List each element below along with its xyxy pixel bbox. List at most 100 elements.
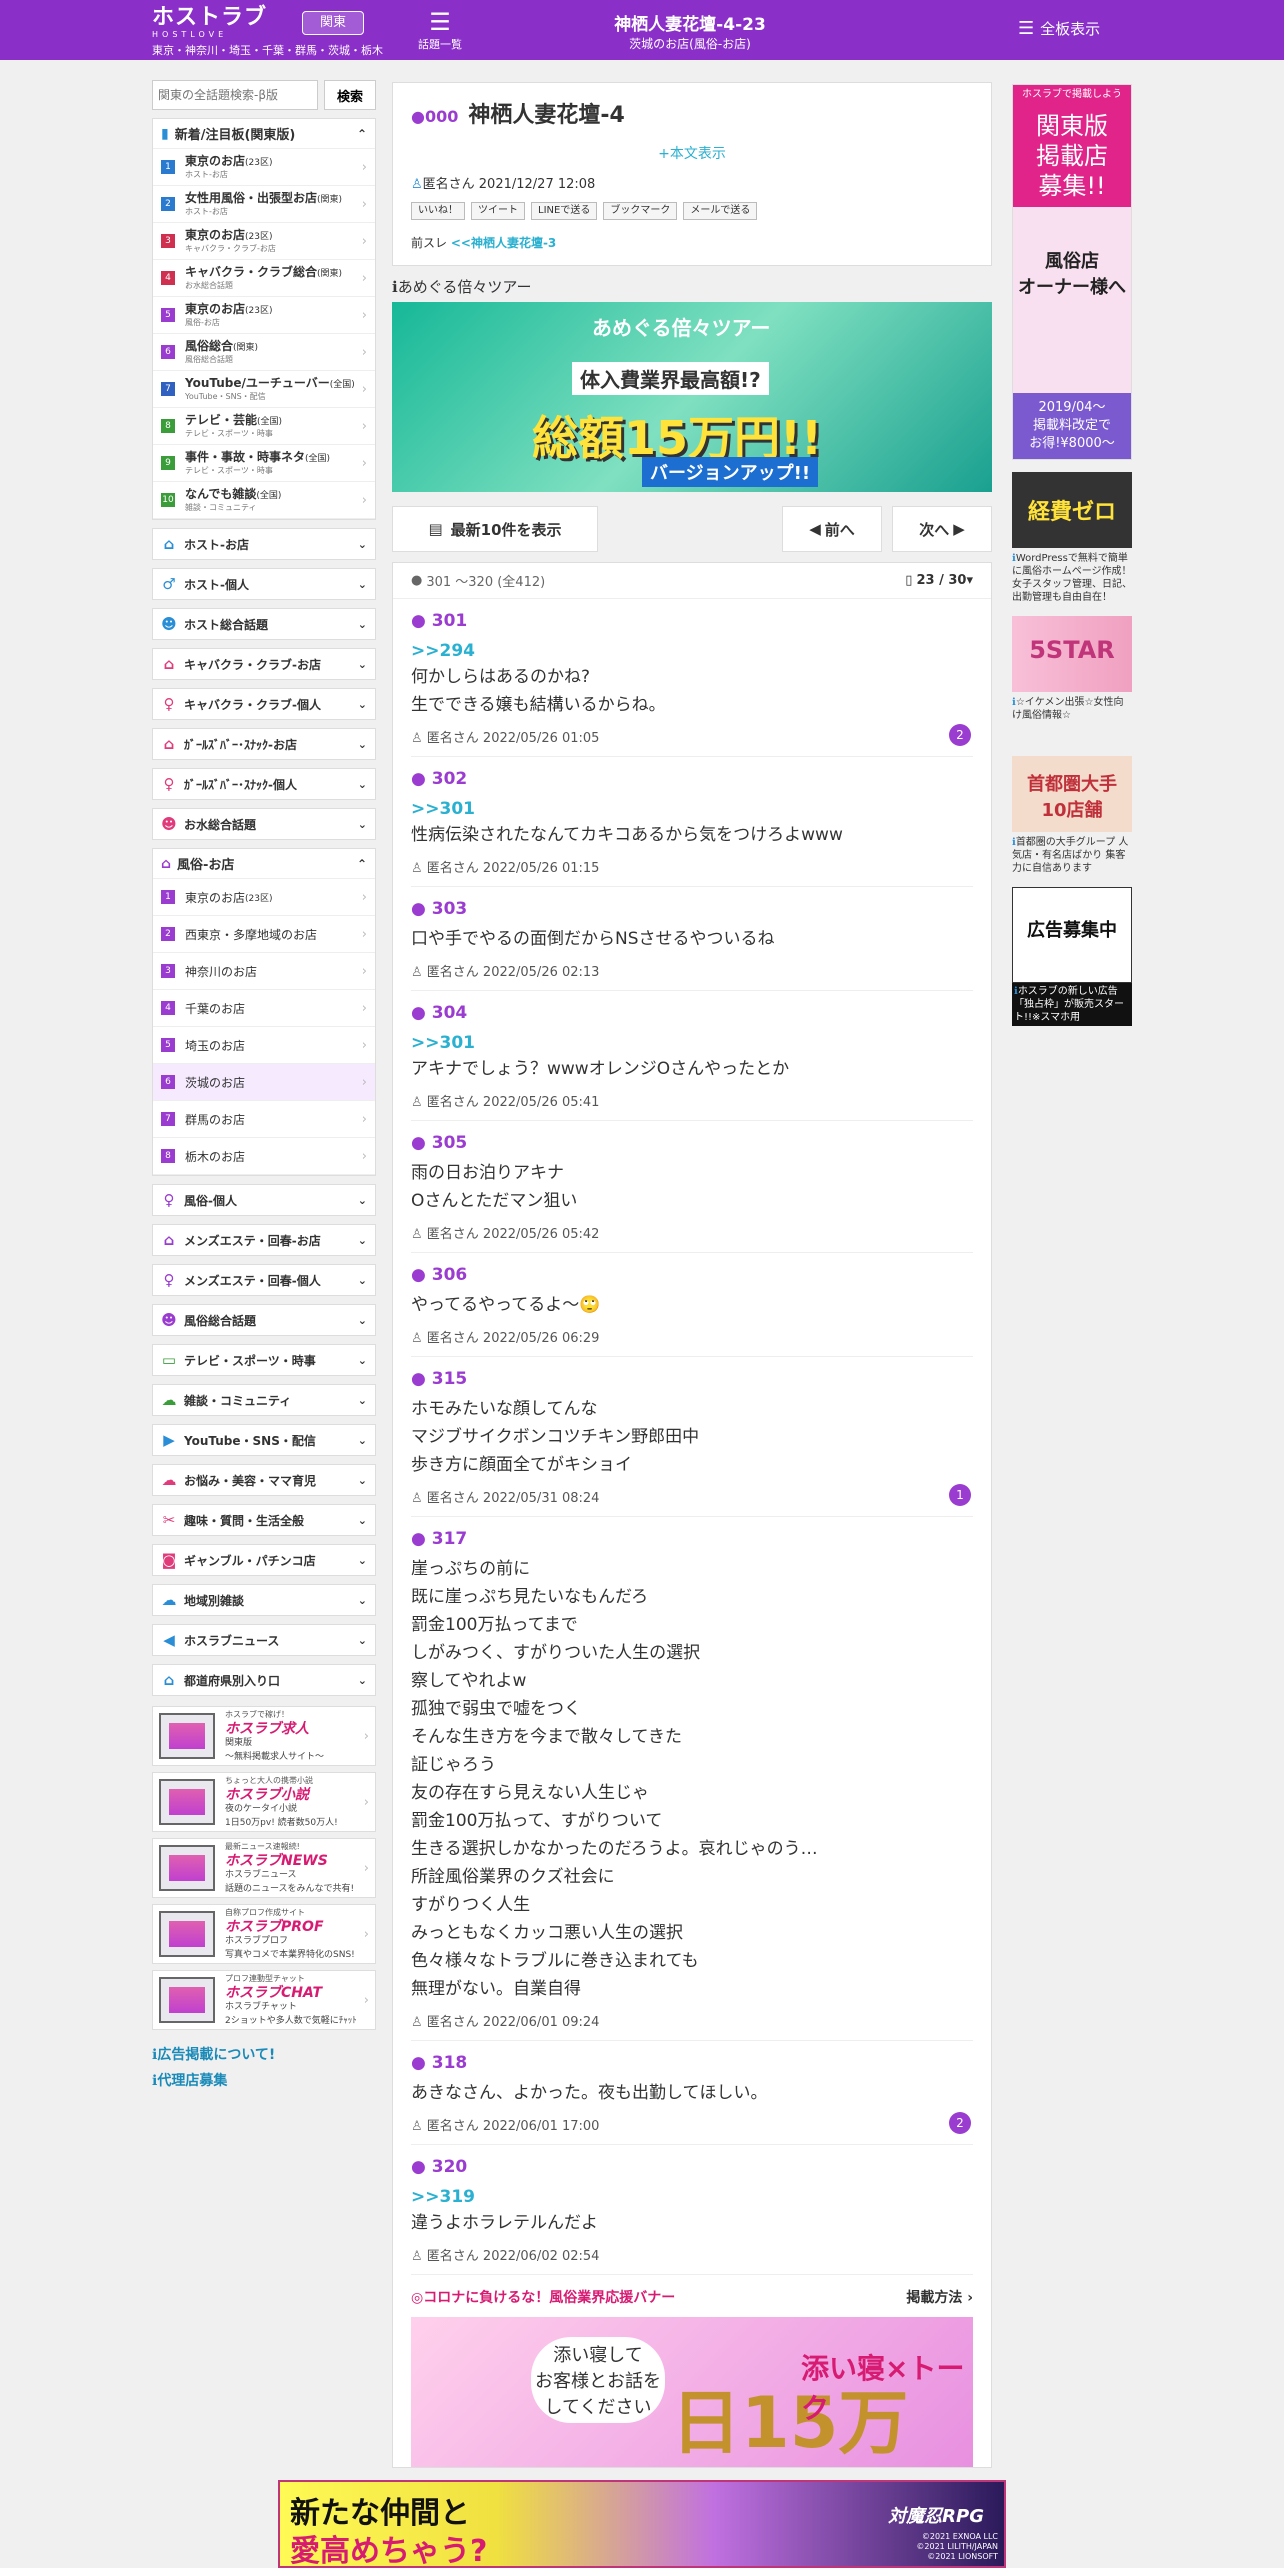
post-number[interactable]: ● 306 — [411, 1265, 973, 1289]
category-section[interactable]: ☻ 風俗総合話題 ⌄ — [152, 1304, 376, 1336]
post-number[interactable]: ● 304 — [411, 1003, 973, 1027]
new-boards-header[interactable]: ▮ 新着/注目板(関東版) ⌃ — [153, 119, 375, 149]
previous-thread-link[interactable]: <<神栖人妻花壇-3 — [451, 236, 556, 250]
category-section[interactable]: ☻ ホスト総合話題 ⌄ — [152, 608, 376, 640]
post-number[interactable]: ● 301 — [411, 611, 973, 635]
category-section[interactable]: ⌂ 都道府県別入り口 ⌄ — [152, 1664, 376, 1696]
listing-recruit-ad[interactable]: ホスラブで掲載しよう 関東版 掲載店 募集!! 風俗店 オーナー様へ 2019/… — [1012, 84, 1132, 460]
share-button[interactable]: LINEで送る — [531, 202, 598, 220]
category-section[interactable]: ⌂ ホスト-お店 ⌄ — [152, 528, 376, 560]
expense-zero-ad[interactable]: 経費ゼロ — [1012, 472, 1132, 548]
fuzoku-region-item[interactable]: 2 西東京・多摩地域のお店 › — [153, 916, 375, 953]
show-body-toggle[interactable]: +本文表示 — [411, 143, 973, 163]
prev-page-button[interactable]: ◀ 前へ — [782, 506, 882, 552]
post-number[interactable]: ● 317 — [411, 1529, 973, 1553]
agency-link[interactable]: ℹ代理店募集 — [152, 2070, 376, 2092]
post-number[interactable]: ● 315 — [411, 1369, 973, 1393]
fuzoku-region-item[interactable]: 5 埼玉のお店 › — [153, 1027, 375, 1064]
reply-anchor-link[interactable]: >>294 — [411, 641, 973, 661]
reply-count-badge[interactable]: 1 — [949, 1484, 971, 1506]
reply-count-badge[interactable]: 2 — [949, 724, 971, 746]
new-board-item[interactable]: 6 風俗総合(関東) 風俗総合話題 › — [153, 334, 375, 371]
five-star-ad[interactable]: 5STAR — [1012, 616, 1132, 692]
board-name-text: 風俗総合 — [185, 338, 234, 353]
post-number[interactable]: ● 303 — [411, 899, 973, 923]
category-section[interactable]: ☁ 地域別雑談 ⌄ — [152, 1584, 376, 1616]
new-board-item[interactable]: 2 女性用風俗・出張型お店(関東) ホスト-お店 › — [153, 186, 375, 223]
category-section[interactable]: ⌂ ｶﾞｰﾙｽﾞﾊﾞｰ･ｽﾅｯｸ-お店 ⌄ — [152, 728, 376, 760]
search-button[interactable]: 検索 — [324, 80, 376, 110]
show-latest-button[interactable]: ▤ 最新10件を表示 — [392, 506, 598, 552]
share-button[interactable]: いいね！ — [411, 202, 465, 220]
new-board-item[interactable]: 1 東京のお店(23区) ホスト-お店 › — [153, 149, 375, 186]
thread-header-box: ●000 神栖人妻花壇-4 +本文表示 ♙匿名さん 2021/12/27 12:0… — [392, 82, 992, 266]
category-section[interactable]: ☻ お水総合話題 ⌄ — [152, 808, 376, 840]
category-section[interactable]: ♀ メンズエステ・回春-個人 ⌄ — [152, 1264, 376, 1296]
promo-banner[interactable]: ホスラブで稼げ！ ホスラブ求人 関東版 〜無料掲載求人サイト〜 › — [152, 1706, 376, 1766]
fuzoku-shop-panel: ⌂ 風俗-お店 ⌃ 1 東京のお店 (23区) › 2 西東京・多摩地域のお店 › 3 神奈川の… — [152, 848, 376, 1176]
ad-wanted-banner[interactable]: 広告募集中 — [1012, 887, 1132, 983]
category-section[interactable]: ✂ 趣味・質問・生活全般 ⌄ — [152, 1504, 376, 1536]
promo-banner[interactable]: プロフ連動型チャット ホスラブCHAT ホスラブチャット 2ショットや多人数で気軽に… — [152, 1970, 376, 2030]
reply-anchor-link[interactable]: >>301 — [411, 1033, 973, 1053]
new-board-item[interactable]: 10 なんでも雑談(全国) 雑談・コミュニティ › — [153, 482, 375, 519]
board-area-tag: (全国) — [257, 416, 283, 427]
category-section[interactable]: ♀ ｶﾞｰﾙｽﾞﾊﾞｰ･ｽﾅｯｸ-個人 ⌄ — [152, 768, 376, 800]
category-section[interactable]: ☁ 雑談・コミュニティ ⌄ — [152, 1384, 376, 1416]
category-section[interactable]: ☁ お悩み・美容・ママ育児 ⌄ — [152, 1464, 376, 1496]
corona-banner[interactable]: 添い寝して お客様とお話を してください 日15万 添い寝×トーク — [411, 2317, 973, 2467]
reply-anchor-link[interactable]: >>301 — [411, 799, 973, 819]
new-board-item[interactable]: 9 事件・事故・時事ネタ(全国) テレビ・スポーツ・時事 › — [153, 445, 375, 482]
reply-anchor-link[interactable]: >>319 — [411, 2187, 973, 2207]
topics-list-button[interactable]: ☰ 話題一覧 — [410, 8, 470, 52]
promo-banner[interactable]: ちょっと大人の携帯小説 ホスラブ小説 夜のケータイ小説 1日50万pv! 読者数50… — [152, 1772, 376, 1832]
major-group-ad[interactable]: 首都圏大手 10店舗 — [1012, 756, 1132, 832]
category-section[interactable]: ◙ ギャンブル・パチンコ店 ⌄ — [152, 1544, 376, 1576]
share-button[interactable]: メールで送る — [683, 202, 758, 220]
header-subtitle[interactable]: 茨城のお店(風俗-お店) — [540, 35, 840, 52]
new-board-item[interactable]: 7 YouTube/ユーチューバー(全国) YouTube・SNS・配信 › — [153, 371, 375, 408]
page-selector[interactable]: ▯ 23 / 30▾ — [905, 573, 973, 588]
category-section[interactable]: ⌂ キャバクラ・クラブ-お店 ⌄ — [152, 648, 376, 680]
promo-banner[interactable]: 最新ニュース速報続! ホスラブNEWS ホスラブニュース 話題のニュースをみんなで共… — [152, 1838, 376, 1898]
category-section[interactable]: ♂ ホスト-個人 ⌄ — [152, 568, 376, 600]
share-button[interactable]: ツイート — [471, 202, 525, 220]
arrow-right-icon: ▶ — [953, 520, 965, 538]
post-number[interactable]: ● 302 — [411, 769, 973, 793]
fuzoku-region-item[interactable]: 3 神奈川のお店 › — [153, 953, 375, 990]
category-section[interactable]: ▶ YouTube・SNS・配信 ⌄ — [152, 1424, 376, 1456]
site-logo[interactable]: ホストラブ — [152, 7, 267, 29]
search-input[interactable] — [152, 80, 318, 110]
category-section[interactable]: ⌂ メンズエステ・回春-お店 ⌄ — [152, 1224, 376, 1256]
post-number[interactable]: ● 318 — [411, 2053, 973, 2077]
fuzoku-region-item[interactable]: 6 茨城のお店 › — [153, 1064, 375, 1101]
region-button[interactable]: 関東 — [302, 11, 364, 35]
new-board-item[interactable]: 3 東京のお店(23区) キャバクラ・クラブ-お店 › — [153, 223, 375, 260]
bottom-fixed-ad[interactable]: 新たな仲間と 愛高めちゃう? 対魔忍RPG ©2021 EXNOA LLC ©2… — [278, 2480, 1006, 2568]
corona-method-link[interactable]: 掲載方法 › — [906, 2287, 973, 2309]
category-icon: ◙ — [161, 1551, 177, 1569]
new-board-item[interactable]: 5 東京のお店(23区) 風俗-お店 › — [153, 297, 375, 334]
fuzoku-region-item[interactable]: 7 群馬のお店 › — [153, 1101, 375, 1138]
category-section[interactable]: ♀ 風俗-個人 ⌄ — [152, 1184, 376, 1216]
fuzoku-region-item[interactable]: 8 栃木のお店 › — [153, 1138, 375, 1175]
tour-ad-label: ℹあめぐる倍々ツアー — [392, 276, 992, 296]
fuzoku-shop-header[interactable]: ⌂ 風俗-お店 ⌃ — [153, 849, 375, 879]
fuzoku-region-item[interactable]: 1 東京のお店 (23区) › — [153, 879, 375, 916]
category-section[interactable]: ♀ キャバクラ・クラブ-個人 ⌄ — [152, 688, 376, 720]
post-number[interactable]: ● 305 — [411, 1133, 973, 1157]
tour-ad-banner[interactable]: あめぐる倍々ツアー 体入費業界最高額!? 総額15万円!! バージョンアップ!! — [392, 302, 992, 492]
promo-banner[interactable]: 自称プロフ作成サイト ホスラブPROF ホスラブプロフ 写真やコメで本業界特化のSN… — [152, 1904, 376, 1964]
all-boards-button[interactable]: ☰ 全板表示 — [1018, 18, 1100, 39]
fuzoku-region-item[interactable]: 4 千葉のお店 › — [153, 990, 375, 1027]
board-area-tag: (関東) — [317, 194, 343, 205]
new-board-item[interactable]: 4 キャバクラ・クラブ総合(関東) お水総合話題 › — [153, 260, 375, 297]
category-section[interactable]: ◀ ホスラブニュース ⌄ — [152, 1624, 376, 1656]
new-board-item[interactable]: 8 テレビ・芸能(全国) テレビ・スポーツ・時事 › — [153, 408, 375, 445]
ad-info-link[interactable]: ℹ広告掲載について! — [152, 2044, 376, 2066]
share-button[interactable]: ブックマーク — [603, 202, 678, 220]
category-section[interactable]: ▭ テレビ・スポーツ・時事 ⌄ — [152, 1344, 376, 1376]
next-page-button[interactable]: 次へ ▶ — [892, 506, 992, 552]
post-number[interactable]: ● 320 — [411, 2157, 973, 2181]
reply-count-badge[interactable]: 2 — [949, 2112, 971, 2134]
